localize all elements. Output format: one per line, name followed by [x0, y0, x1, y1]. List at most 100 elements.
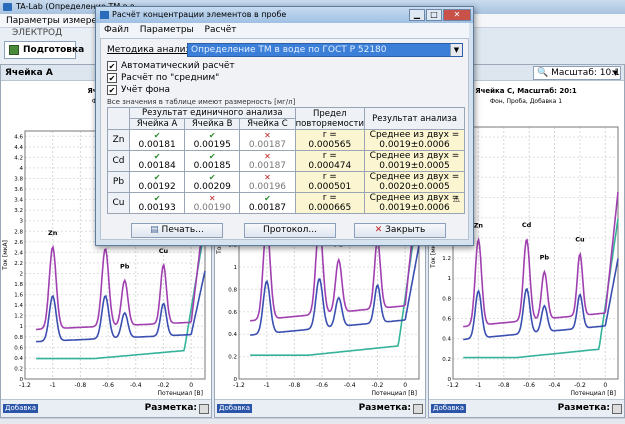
x-tick-label: -0.2: [372, 382, 384, 389]
y-tick-label: 1.6: [14, 293, 23, 299]
result-cell: Среднее из двух = 0.0019±0.0006: [364, 129, 465, 151]
y-tick-label: 0: [234, 377, 238, 383]
element-name: Pb: [107, 171, 130, 193]
single-result-cell: ✔ 0.00193: [128, 192, 186, 214]
single-result-cell: ✕ 0.00187: [239, 150, 296, 172]
single-result-cell: ✔ 0.00184: [128, 150, 186, 172]
check-icon: ✔: [153, 193, 161, 203]
dialog-app-icon: [100, 11, 109, 19]
markup-button[interactable]: [612, 404, 622, 414]
single-result-cell: ✔ 0.00187: [239, 192, 296, 214]
single-result-cell: ✔ 0.00192: [128, 171, 186, 193]
limit-label: r =: [322, 193, 337, 203]
maximize-button[interactable]: □: [426, 9, 442, 21]
limit-cell: r = 0.000565: [294, 129, 366, 151]
check-icon: ✔: [208, 172, 216, 182]
result-value: 0.0019±0.0006: [379, 140, 450, 150]
x-tick-label: -1.2: [233, 382, 245, 389]
x-tick-label: -0.8: [498, 382, 510, 389]
single-result-value: 0.00187: [248, 202, 287, 213]
cell-a-header: Ячейка А: [128, 118, 186, 130]
x-axis-label: Потенциал [В]: [372, 390, 418, 397]
x-tick-label: -0.6: [523, 382, 535, 389]
limit-label: r =: [322, 172, 337, 182]
average-calc-checkbox[interactable]: ✔ Расчёт по "средним": [107, 73, 307, 84]
warning-icon: ⚠: [452, 195, 460, 204]
y-tick-label: 1: [448, 276, 452, 282]
y-tick-label: 0.8: [228, 287, 237, 293]
markup-button[interactable]: [199, 404, 209, 414]
markup-button[interactable]: [413, 404, 423, 414]
tab-preparation[interactable]: Подготовка: [4, 41, 84, 59]
print-button[interactable]: ▤ Печать...: [131, 223, 223, 238]
close-window-button[interactable]: ✕: [443, 9, 471, 21]
limit-value: 0.000565: [308, 140, 352, 150]
single-result-cell: ✔ 0.00185: [184, 150, 241, 172]
auto-calc-checkbox[interactable]: ✔ Автоматический расчёт: [107, 61, 307, 72]
y-tick-label: 2.2: [14, 261, 23, 267]
concentration-dialog: Расчёт концентрации элементов в пробе ▁ …: [95, 6, 474, 246]
status-bar: [0, 418, 625, 424]
markup-label: Разметка:: [557, 403, 610, 413]
single-result-value: 0.00209: [193, 181, 231, 192]
minimize-button[interactable]: ▁: [409, 9, 425, 21]
y-tick-label: 0.8: [442, 296, 451, 302]
report-button[interactable]: Протокол...: [244, 223, 336, 238]
check-icon: ✔: [107, 61, 117, 71]
result-header: Результат анализа: [364, 107, 465, 130]
menu-item-parameters[interactable]: Параметры измерен: [6, 16, 103, 26]
close-button[interactable]: ✕ Закрыть: [354, 223, 446, 238]
x-tick-label: -0.6: [102, 382, 114, 389]
add-badge: Добавка: [431, 404, 467, 413]
check-icon: ✔: [153, 130, 161, 140]
cell-c-header: Ячейка С: [239, 118, 296, 130]
y-tick-label: 0: [20, 377, 24, 383]
peak-label: Zn: [474, 221, 484, 229]
curve-background: [463, 218, 619, 359]
menu-item-file[interactable]: Файл: [104, 25, 129, 35]
peak-label: Pb: [540, 254, 550, 262]
add-badge: Добавка: [3, 404, 39, 413]
limit-label: r =: [322, 151, 337, 161]
check-icon: ✔: [107, 73, 117, 83]
result-cell: Среднее из двух = 0.0020±0.0005: [364, 171, 465, 193]
y-tick-label: 3.2: [14, 208, 23, 214]
limit-value: 0.000501: [308, 182, 352, 192]
x-tick-label: -1.2: [447, 382, 459, 389]
cross-icon: ✕: [264, 172, 271, 182]
zoom-label: Масштаб:: [551, 68, 597, 78]
chart-legend-text: Фон, Проба, Добавка 1: [490, 98, 562, 105]
y-tick-label: 3: [20, 219, 24, 225]
x-tick-label: -0.2: [158, 382, 170, 389]
result-value: 0.0019±0.0005: [379, 161, 450, 171]
app-icon: [3, 3, 12, 11]
x-tick-label: 0: [403, 382, 407, 389]
chart-subtitle: Ячейка С, Масштаб: 20:1: [475, 87, 577, 95]
y-tick-label: 4.4: [14, 145, 23, 151]
y-tick-label: 0.6: [442, 317, 451, 323]
y-tick-label: 0.4: [228, 332, 237, 338]
peak-label: Cd: [522, 221, 532, 229]
menu-item-calculation[interactable]: Расчёт: [205, 25, 237, 35]
x-tick-label: -0.8: [75, 382, 87, 389]
magnifier-icon: 🔍: [537, 68, 549, 78]
markup-label: Разметка:: [144, 403, 197, 413]
single-result-cell: ✕ 0.00196: [239, 171, 296, 193]
single-result-value: 0.00187: [248, 139, 287, 150]
result-value: 0.0019±0.0006: [379, 203, 450, 213]
results-table: Результат единичного анализа Предел повт…: [107, 107, 465, 214]
cross-icon: ✕: [264, 151, 271, 161]
single-result-value: 0.00193: [138, 202, 176, 213]
x-tick-label: -0.8: [289, 382, 301, 389]
y-tick-label: 4: [20, 166, 24, 172]
background-checkbox[interactable]: ✔ Учёт фона: [107, 85, 307, 96]
zoom-select[interactable]: 🔍 Масштаб: 10:1 ▼: [533, 66, 621, 80]
method-select[interactable]: Определение ТМ в воде по ГОСТ Р 52180 ▼: [187, 43, 463, 57]
y-tick-label: 0.2: [442, 357, 451, 363]
menu-item-parameters[interactable]: Параметры: [140, 25, 194, 35]
dialog-title: Расчёт концентрации элементов в пробе: [112, 10, 287, 19]
table-row: Pb ✔ 0.00192 ✔ 0.00209 ✕ 0.00196 r = 0.000501 Сре…: [107, 171, 465, 193]
single-result-cell: ✕ 0.00190: [184, 192, 241, 214]
ribbon-group: ЭЛЕКТРОД Подготовка: [0, 28, 96, 64]
cell-panel-footer: Добавка Разметка:: [1, 399, 211, 417]
